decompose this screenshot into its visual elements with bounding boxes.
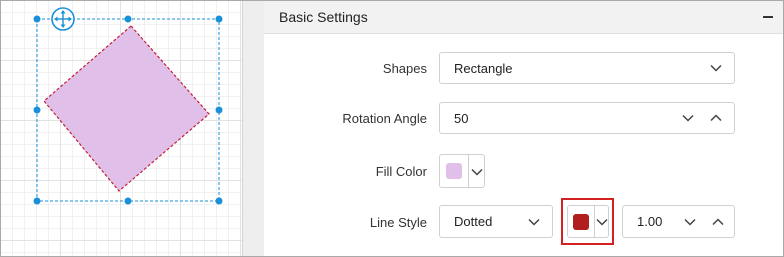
rotation-angle-label: Rotation Angle [342, 111, 427, 126]
fill-color-label: Fill Color [375, 164, 427, 179]
diagram-canvas[interactable] [1, 1, 242, 256]
decrement-icon[interactable] [684, 218, 696, 226]
line-color-swatch [573, 214, 589, 230]
resize-handle-bottom-center[interactable] [124, 197, 132, 205]
increment-icon[interactable] [712, 218, 724, 226]
chevron-down-icon [528, 218, 540, 226]
line-style-value: Dotted [454, 214, 493, 229]
properties-panel: Basic Settings Shapes Rectangle Rotation… [264, 1, 783, 256]
move-handle-icon[interactable] [51, 7, 75, 31]
resize-handle-bottom-right[interactable] [215, 197, 223, 205]
rotated-rectangle-shape[interactable] [43, 25, 210, 192]
resize-handle-middle-right[interactable] [215, 106, 223, 114]
fill-color-swatch [446, 163, 462, 179]
fill-color-picker[interactable] [439, 154, 485, 188]
divider [594, 206, 595, 237]
resize-handle-bottom-left[interactable] [33, 197, 41, 205]
canvas-svg [33, 7, 223, 205]
line-color-picker[interactable] [567, 205, 609, 238]
chevron-down-icon[interactable] [471, 168, 483, 176]
shapes-dropdown[interactable]: Rectangle [439, 52, 735, 84]
chevron-down-icon[interactable] [596, 218, 608, 226]
line-width-stepper[interactable]: 1.00 [622, 205, 735, 238]
increment-icon[interactable] [710, 114, 722, 122]
line-width-value: 1.00 [637, 214, 663, 229]
shapes-value: Rectangle [454, 61, 513, 76]
resize-handle-top-center[interactable] [124, 15, 132, 23]
resize-handle-middle-left[interactable] [33, 106, 41, 114]
rotation-angle-stepper[interactable]: 50 [439, 102, 735, 134]
panel-title: Basic Settings [279, 9, 368, 25]
chevron-down-icon [710, 64, 722, 72]
line-style-label: Line Style [369, 215, 427, 230]
collapse-icon[interactable] [759, 7, 777, 25]
resize-handle-top-right[interactable] [215, 15, 223, 23]
shapes-label: Shapes [382, 61, 427, 76]
divider [468, 155, 469, 187]
panel-header[interactable]: Basic Settings [264, 1, 783, 34]
line-style-dropdown[interactable]: Dotted [439, 205, 553, 238]
app-frame: Basic Settings Shapes Rectangle Rotation… [0, 0, 784, 257]
decrement-icon[interactable] [682, 114, 694, 122]
rotation-angle-value: 50 [454, 111, 469, 126]
resize-handle-top-left[interactable] [33, 15, 41, 23]
panel-splitter[interactable] [242, 1, 265, 256]
